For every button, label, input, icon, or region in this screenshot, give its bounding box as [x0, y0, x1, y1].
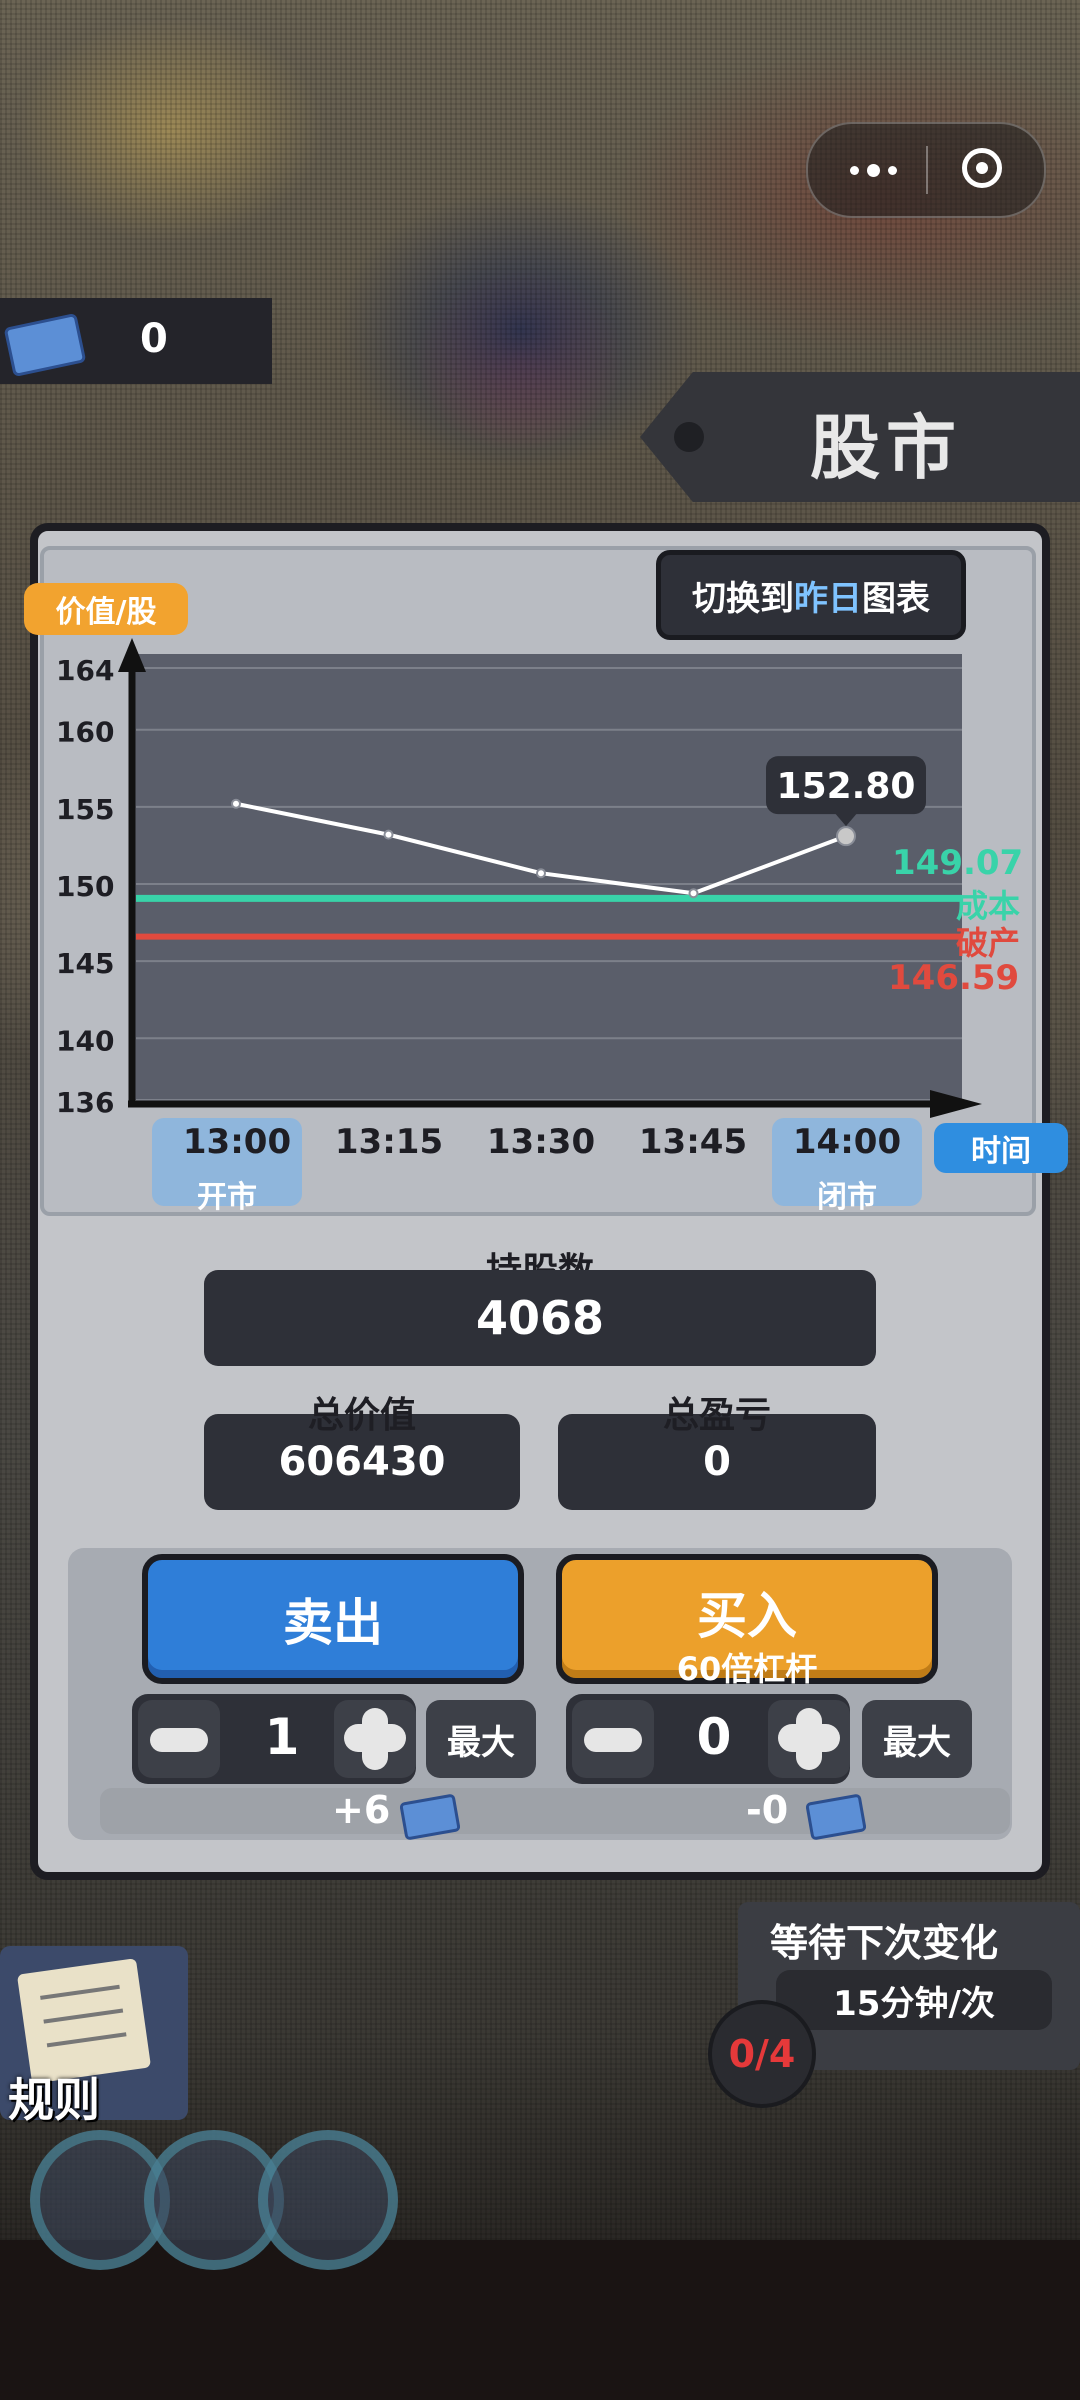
y-tick-label: 164: [56, 654, 114, 687]
current-price-label: 152.80: [777, 766, 916, 807]
shares-value: 4068: [475, 1291, 605, 1345]
x-tick-label: 13:30: [486, 1122, 596, 1162]
market-open-label: 开市: [197, 1180, 257, 1215]
sell-label: 卖出: [283, 1594, 383, 1652]
y-tick-label: 150: [56, 870, 114, 903]
y-tick-label: 160: [56, 716, 114, 749]
current-point: [836, 826, 856, 847]
y-tick-labels: 136 140 145 150 155 160 164: [56, 654, 114, 1119]
pnl-value: 0: [703, 1439, 731, 1485]
x-tick-label: 13:45: [638, 1122, 748, 1162]
bankrupt-value: 146.59: [888, 958, 1020, 998]
minus-icon: [150, 1728, 208, 1752]
sell-button[interactable]: 卖出: [142, 1554, 524, 1684]
x-tick-label: 14:00: [792, 1122, 902, 1162]
price-chart: 136 140 145 150 155 160 164 152.80: [56, 638, 982, 1119]
rules-label: 规则: [8, 2073, 100, 2127]
sell-gain-amount: +6: [332, 1788, 391, 1832]
skill-bubble-icon: [258, 2130, 398, 2270]
buy-label: 买入: [697, 1587, 797, 1645]
sell-minus-button[interactable]: [138, 1700, 220, 1778]
data-point: [688, 888, 699, 899]
x-tick-label: 13:00: [182, 1122, 292, 1162]
sell-plus-button[interactable]: [334, 1700, 416, 1778]
x-tick-label: 13:15: [334, 1122, 444, 1162]
sell-max-button[interactable]: 最大: [426, 1700, 536, 1778]
data-point: [536, 868, 546, 879]
change-frequency: 15分钟/次: [776, 1970, 1052, 2030]
trade-summary-strip: [100, 1788, 1010, 1834]
buy-cost-amount: -0: [746, 1788, 789, 1832]
sell-quantity: 1: [264, 1708, 300, 1766]
x-axis-label: 时间: [934, 1123, 1068, 1173]
leverage-label: 60倍杠杆: [676, 1650, 818, 1688]
data-point: [231, 798, 241, 809]
buy-minus-button[interactable]: [572, 1700, 654, 1778]
y-tick-label: 145: [56, 947, 114, 980]
data-point: [383, 829, 394, 840]
buy-quantity: 0: [696, 1708, 732, 1766]
total-value: 606430: [278, 1439, 446, 1485]
plot-area: [132, 654, 962, 1100]
y-tick-label: 140: [56, 1024, 114, 1057]
next-change-title: 等待下次变化: [770, 1921, 999, 1965]
market-close-label: 闭市: [817, 1180, 877, 1215]
pnl-label: 总盈亏: [662, 1395, 771, 1436]
bottom-shade: [0, 2240, 1080, 2400]
buy-max-button[interactable]: 最大: [862, 1700, 972, 1778]
buy-button[interactable]: 买入 60倍杠杆: [556, 1554, 938, 1688]
y-tick-label: 155: [56, 793, 114, 826]
minus-icon: [584, 1728, 642, 1752]
buy-plus-button[interactable]: [768, 1700, 850, 1778]
total-value-label: 总价值: [307, 1395, 416, 1436]
shares-value-box: 4068: [204, 1270, 876, 1366]
change-progress-badge: 0/4: [708, 2000, 816, 2108]
cost-value: 149.07: [892, 843, 1024, 883]
y-tick-label: 136: [56, 1086, 114, 1119]
